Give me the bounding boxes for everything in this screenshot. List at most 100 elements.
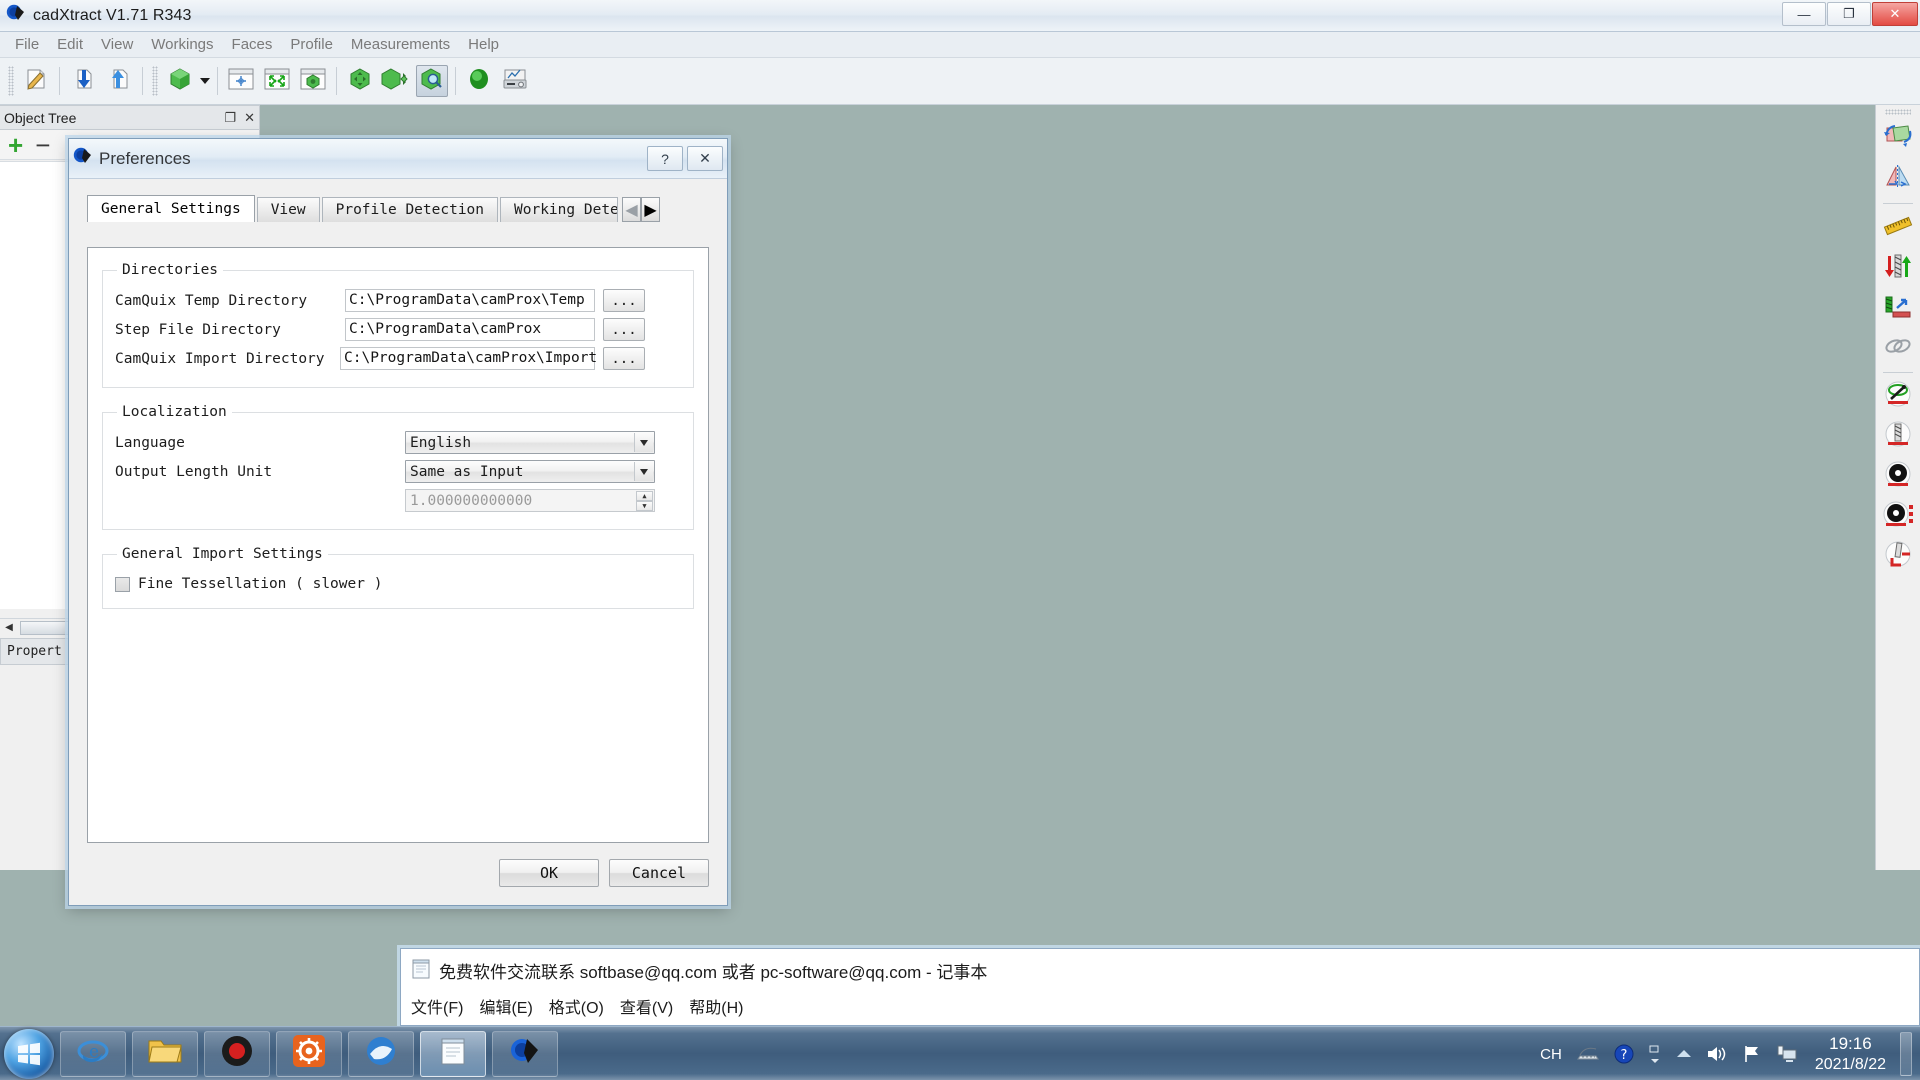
scroll-left-icon[interactable]: ◀: [0, 620, 18, 636]
tool-path-button[interactable]: [1879, 378, 1917, 416]
language-select[interactable]: English: [405, 431, 655, 454]
fine-tessellation-row[interactable]: Fine Tessellation ( slower ): [115, 572, 681, 596]
dialog-titlebar[interactable]: Preferences ? ✕: [69, 139, 727, 179]
dialog-close-button[interactable]: ✕: [687, 146, 723, 171]
solid-view-button[interactable]: [164, 65, 196, 97]
export-button[interactable]: [103, 65, 135, 97]
right-toolbar-separator: [1883, 203, 1913, 204]
restore-button[interactable]: ❐: [1827, 2, 1871, 26]
output-length-unit-select[interactable]: Same as Input: [405, 460, 655, 483]
network-monitor-icon[interactable]: [1776, 1044, 1798, 1064]
menu-faces[interactable]: Faces: [223, 34, 282, 55]
measure-button[interactable]: [1879, 209, 1917, 247]
tab-working-detection[interactable]: Working Detec: [500, 197, 619, 222]
clock[interactable]: 19:16 2021/8/22: [1815, 1033, 1886, 1074]
zoom-fit-button[interactable]: [261, 65, 293, 97]
chevron-down-icon[interactable]: [634, 462, 653, 481]
right-toolbar-grip[interactable]: [1885, 109, 1911, 115]
taskbar-file-explorer[interactable]: [132, 1030, 198, 1077]
saw-blade-options-button[interactable]: [1879, 498, 1917, 536]
notepad-menu-view[interactable]: 查看(V): [620, 994, 673, 1018]
zoom-region-button[interactable]: [416, 65, 448, 97]
ok-button[interactable]: OK: [499, 859, 599, 887]
menu-file[interactable]: File: [6, 34, 48, 55]
report-button[interactable]: [499, 65, 531, 97]
dialog-footer: OK Cancel: [87, 857, 709, 889]
solid-view-dropdown[interactable]: [198, 65, 212, 97]
notepad-window[interactable]: 免费软件交流联系 softbase@qq.com 或者 pc-software@…: [400, 948, 1920, 1026]
notepad-titlebar[interactable]: 免费软件交流联系 softbase@qq.com 或者 pc-software@…: [401, 949, 1919, 991]
cancel-button[interactable]: Cancel: [609, 859, 709, 887]
camquix-temp-directory-input[interactable]: C:\ProgramData\camProx\Temp: [345, 289, 595, 312]
taskbar-browser[interactable]: [348, 1030, 414, 1077]
volume-icon[interactable]: [1706, 1044, 1728, 1064]
render-button[interactable]: [463, 65, 495, 97]
corner-tool-button[interactable]: [1879, 538, 1917, 576]
chain-link-button[interactable]: [1879, 329, 1917, 367]
scale-factor-spinner[interactable]: 1.000000000000 ▲ ▼: [405, 489, 655, 512]
show-hidden-icons-icon[interactable]: [1676, 1048, 1692, 1060]
taskbar-cadxtract[interactable]: [492, 1030, 558, 1077]
notepad-menu-help[interactable]: 帮助(H): [689, 994, 743, 1018]
show-desktop-button[interactable]: [1900, 1032, 1912, 1076]
keyboard-icon[interactable]: [1576, 1045, 1600, 1063]
dialog-help-button[interactable]: ?: [647, 146, 683, 171]
rotate-button[interactable]: [380, 65, 412, 97]
remove-item-icon[interactable]: −: [35, 132, 50, 158]
camquix-import-directory-label: CamQuix Import Directory: [115, 350, 325, 367]
start-button[interactable]: [4, 1028, 54, 1079]
taskbar-notepad[interactable]: [420, 1030, 486, 1077]
rotate-part-button[interactable]: [1879, 120, 1917, 158]
action-center-flag-icon[interactable]: [1742, 1044, 1762, 1064]
input-language-indicator[interactable]: CH: [1540, 1046, 1562, 1063]
taskbar-internet-explorer[interactable]: e: [60, 1030, 126, 1077]
saw-blade-button[interactable]: [1879, 458, 1917, 496]
new-sketch-button[interactable]: [20, 65, 52, 97]
camquix-import-directory-input[interactable]: C:\ProgramData\camProx\Import: [340, 347, 597, 370]
import-button[interactable]: [67, 65, 99, 97]
green-sphere-icon: [467, 67, 491, 96]
spinner-down-icon[interactable]: ▼: [636, 501, 653, 511]
spinner-up-icon[interactable]: ▲: [636, 491, 653, 501]
fine-tessellation-checkbox[interactable]: [115, 576, 130, 592]
window-switch-icon[interactable]: [1648, 1044, 1662, 1064]
notepad-menu-format[interactable]: 格式(O): [549, 994, 604, 1018]
notepad-menu-file[interactable]: 文件(F): [411, 994, 463, 1018]
chevron-down-icon[interactable]: [634, 433, 653, 452]
step-file-directory-input[interactable]: C:\ProgramData\camProx: [345, 318, 595, 341]
tab-general-settings[interactable]: General Settings: [87, 195, 255, 222]
float-panel-icon[interactable]: ❐: [224, 110, 236, 126]
drill-tool-button[interactable]: [1879, 418, 1917, 456]
mirror-part-button[interactable]: [1879, 160, 1917, 198]
menu-view[interactable]: View: [92, 34, 142, 55]
camquix-temp-directory-browse-button[interactable]: ...: [603, 289, 645, 312]
close-panel-icon[interactable]: ✕: [244, 110, 255, 126]
cadxtract-logo-icon: [6, 3, 26, 28]
fit-center-button[interactable]: [225, 65, 257, 97]
notepad-menu-edit[interactable]: 编辑(E): [479, 994, 532, 1018]
toolbar-grip[interactable]: [8, 66, 14, 96]
menu-workings[interactable]: Workings: [142, 34, 222, 55]
minimize-button[interactable]: —: [1782, 2, 1826, 26]
step-file-directory-browse-button[interactable]: ...: [603, 318, 645, 341]
camquix-import-directory-browse-button[interactable]: ...: [603, 347, 645, 370]
close-button[interactable]: ✕: [1872, 2, 1918, 26]
tab-view[interactable]: View: [256, 197, 320, 222]
menu-help[interactable]: Help: [459, 34, 508, 55]
tab-profile-detection[interactable]: Profile Detection: [321, 197, 499, 222]
tab-scroll-left-icon[interactable]: ◀: [622, 197, 642, 222]
menu-measurements[interactable]: Measurements: [342, 34, 459, 55]
help-question-icon[interactable]: ?: [1614, 1044, 1634, 1064]
menu-edit[interactable]: Edit: [48, 34, 92, 55]
menu-profile[interactable]: Profile: [281, 34, 342, 55]
taskbar-recorder[interactable]: [204, 1030, 270, 1077]
taskbar-settings-app[interactable]: [276, 1030, 342, 1077]
zoom-object-button[interactable]: [297, 65, 329, 97]
add-item-icon[interactable]: +: [8, 132, 23, 158]
tab-scroll-right-icon[interactable]: ▶: [641, 197, 661, 222]
depth-direction-button[interactable]: [1879, 249, 1917, 287]
approach-direction-button[interactable]: [1879, 289, 1917, 327]
pan-button[interactable]: [344, 65, 376, 97]
file-explorer-icon: [147, 1036, 183, 1071]
toolbar-grip[interactable]: [152, 66, 158, 96]
